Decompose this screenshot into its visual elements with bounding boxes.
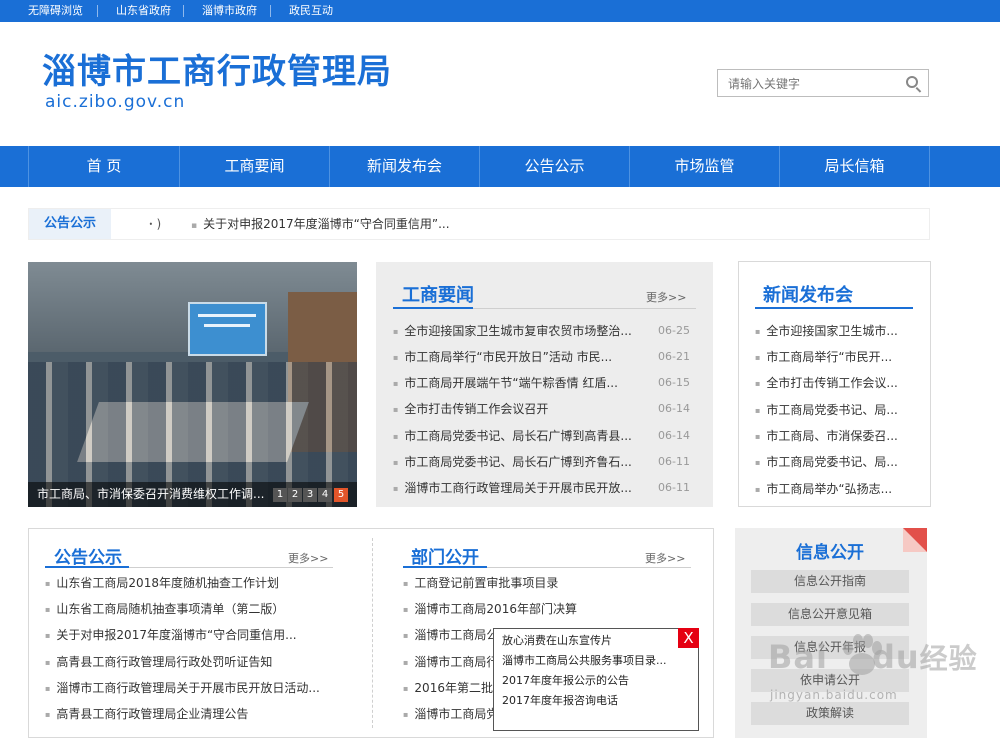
title-underline [403,566,487,568]
press-item[interactable]: 全市打击传销工作会议... [755,374,897,392]
nav-home[interactable]: 首 页 [29,146,179,187]
title-underline [755,307,913,309]
search-icon[interactable] [906,76,918,88]
popup-item[interactable]: 2017年度年报咨询电话 [502,692,618,710]
announcements-title[interactable]: 公告公示 [54,543,122,568]
popup-item[interactable]: 放心消费在山东宣传片 [502,632,612,650]
dashed-divider [372,538,373,728]
news-item[interactable]: 淄博市工商行政管理局关于开展市民开放... [393,479,631,497]
floating-popup: X 放心消费在山东宣传片 淄博市工商局公共服务事项目录... 2017年度年报公… [493,628,699,731]
title-underline [393,307,473,309]
nav-market-supervision[interactable]: 市场监管 [630,146,779,187]
press-item[interactable]: 市工商局党委书记、局... [755,401,897,419]
news-item[interactable]: 全市打击传销工作会议召开 [393,400,548,418]
interaction-link[interactable]: 政民互动 [289,0,333,22]
nav-business-news[interactable]: 工商要闻 [180,146,329,187]
separator [97,5,98,17]
popup-item[interactable]: 2017年度年报公示的公告 [502,672,629,690]
news-date: 06-15 [658,376,690,389]
department-item[interactable]: 淄博市工商局公 [403,626,498,644]
business-news-title[interactable]: 工商要闻 [402,281,474,307]
info-feedback-button[interactable]: 信息公开意见箱 [751,603,909,626]
announcement-item[interactable]: 山东省工商局随机抽查事项清单（第二版） [45,600,284,618]
policy-interpretation-button[interactable]: 政策解读 [751,702,909,725]
department-item[interactable]: 淄博市工商局党 [403,705,498,723]
accessibility-link[interactable]: 无障碍浏览 [28,0,83,22]
news-date: 06-11 [658,455,690,468]
zibo-gov-link[interactable]: 淄博市政府 [202,0,257,22]
site-url: aic.zibo.gov.cn [45,92,186,112]
photo-slider[interactable] [28,262,357,507]
notice-link[interactable]: 关于对申报2017年度淄博市“守合同重信用”... [191,209,449,241]
department-disclosure-more[interactable]: 更多>> [645,550,685,566]
main-nav: 首 页 工商要闻 新闻发布会 公告公示 市场监管 局长信箱 [0,146,1000,187]
press-item[interactable]: 市工商局党委书记、局... [755,453,897,471]
announcements-more[interactable]: 更多>> [288,550,328,566]
paw-icon [843,634,882,675]
watermark-url: jingyan.baidu.com [770,688,898,702]
notice-label: 公告公示 [29,209,111,239]
photo-screen [188,302,267,356]
search-input[interactable] [726,74,890,94]
slider-page-3[interactable]: 3 [303,488,317,502]
slider-page-2[interactable]: 2 [288,488,302,502]
slider-caption[interactable]: 市工商局、市消保委召开消费维权工作调... [37,482,264,507]
news-date: 06-25 [658,324,690,337]
department-item[interactable]: 2016年第二批 [403,679,493,697]
announcement-item[interactable]: 高青县工商行政管理局行政处罚听证告知 [45,653,272,671]
notice-bar: 公告公示 ꞏ ) 关于对申报2017年度淄博市“守合同重信用”... [28,208,930,240]
search-box [717,69,929,97]
nav-separator [929,146,930,187]
separator [270,5,271,17]
nav-director-mailbox[interactable]: 局长信箱 [780,146,929,187]
speaker-icon: ꞏ ) [149,217,162,231]
shandong-gov-link[interactable]: 山东省政府 [116,0,171,22]
nav-press-conference[interactable]: 新闻发布会 [330,146,479,187]
watermark-brand-cn: 经验 [919,642,978,675]
news-item[interactable]: 全市迎接国家卫生城市复审农贸市场整治... [393,322,631,340]
nav-announcements[interactable]: 公告公示 [480,146,629,187]
news-date: 06-21 [658,350,690,363]
close-icon[interactable]: X [678,628,699,648]
announcement-item[interactable]: 关于对申报2017年度淄博市“守合同重信用... [45,626,296,644]
title-underline [45,566,129,568]
news-item[interactable]: 市工商局党委书记、局长石广博到高青县... [393,427,631,445]
site-title[interactable]: 淄博市工商行政管理局 [42,50,392,94]
department-item[interactable]: 淄博市工商局行 [403,653,498,671]
announcement-item[interactable]: 淄博市工商行政管理局关于开展市民开放日活动... [45,679,319,697]
info-guide-button[interactable]: 信息公开指南 [751,570,909,593]
press-conference-title[interactable]: 新闻发布会 [763,281,853,307]
press-item[interactable]: 全市迎接国家卫生城市... [755,322,897,340]
slider-page-4[interactable]: 4 [318,488,332,502]
slider-page-1[interactable]: 1 [273,488,287,502]
slider-page-5[interactable]: 5 [334,488,348,502]
news-date: 06-11 [658,481,690,494]
business-news-more[interactable]: 更多>> [646,289,686,305]
department-disclosure-title[interactable]: 部门公开 [411,543,479,568]
press-item[interactable]: 市工商局、市消保委召... [755,427,897,445]
info-disclosure-title: 信息公开 [796,543,864,563]
separator [183,5,184,17]
watermark-brand: Bai [768,638,828,676]
news-date: 06-14 [658,429,690,442]
news-date: 06-14 [658,402,690,415]
news-item[interactable]: 市工商局开展端午节“端午粽香情 红盾... [393,374,617,392]
department-item[interactable]: 工商登记前置审批事项目录 [403,574,558,592]
news-item[interactable]: 市工商局党委书记、局长石广博到齐鲁石... [393,453,631,471]
press-item[interactable]: 市工商局举行“市民开... [755,348,892,366]
announcement-item[interactable]: 高青县工商行政管理局企业清理公告 [45,705,248,723]
announcement-item[interactable]: 山东省工商局2018年度随机抽查工作计划 [45,574,279,592]
news-item[interactable]: 市工商局举行“市民开放日”活动 市民... [393,348,612,366]
press-item[interactable]: 市工商局举办“弘扬志... [755,480,892,498]
popup-item[interactable]: 淄博市工商局公共服务事项目录... [502,652,667,670]
department-item[interactable]: 淄博市工商局2016年部门决算 [403,600,577,618]
top-bar: 无障碍浏览 山东省政府 淄博市政府 政民互动 [0,0,1000,22]
